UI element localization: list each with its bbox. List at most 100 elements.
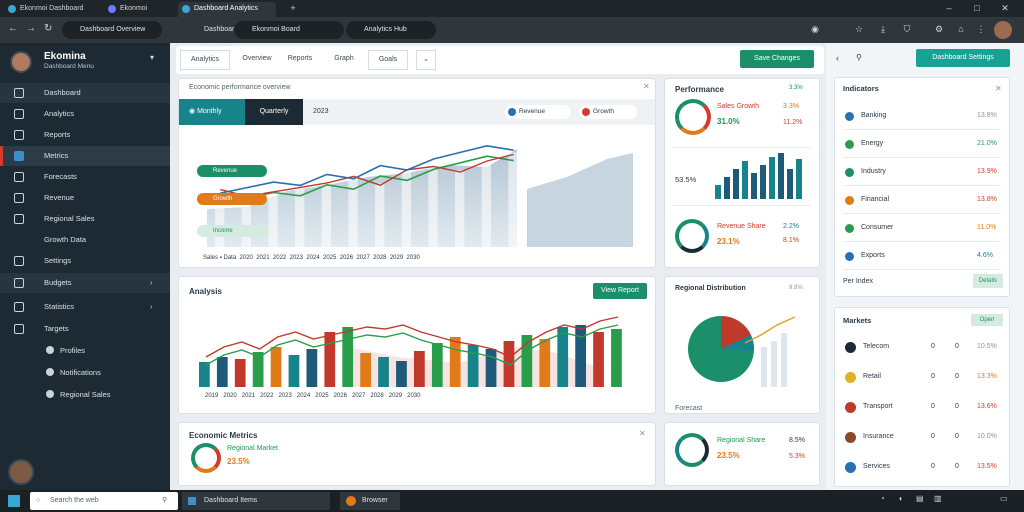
details-button[interactable]: Details xyxy=(973,274,1003,288)
network-icon[interactable]: ◔ xyxy=(880,494,885,503)
sidebar-item-growth-data[interactable]: Growth Data xyxy=(0,230,170,250)
market-row[interactable]: Telecom 0 0 10.5% xyxy=(835,334,1009,362)
regional-share-label: Regional Share xyxy=(717,437,766,444)
bookmark-item[interactable]: Analytics Hub xyxy=(346,21,436,39)
tab-reports[interactable]: Reports xyxy=(280,50,320,68)
profile-avatar[interactable] xyxy=(994,21,1012,39)
maximize-icon[interactable]: □ xyxy=(970,1,984,15)
close-icon[interactable]: ✕ xyxy=(995,84,1002,93)
tab-monthly[interactable]: ◉ Monthly xyxy=(179,99,245,125)
sidebar-item-regional-sales[interactable]: Regional Sales xyxy=(0,209,170,229)
settings-icon[interactable]: ⚙ xyxy=(932,22,946,36)
chevron-down-icon[interactable]: ▾ xyxy=(150,53,154,62)
market-icon xyxy=(845,402,856,413)
donut-gauge xyxy=(191,443,221,473)
legend-revenue[interactable]: Revenue xyxy=(505,105,571,119)
back-icon[interactable]: ← xyxy=(8,23,18,34)
taskbar-app[interactable]: Dashboard Items xyxy=(182,492,330,510)
tab-overview[interactable]: Overview xyxy=(236,50,278,68)
trend-line xyxy=(744,316,796,344)
close-icon[interactable]: ✕ xyxy=(643,82,650,91)
bar xyxy=(485,349,497,387)
dropdown-chevron-icon[interactable]: ⌄ xyxy=(416,50,436,70)
home-icon[interactable]: ⌂ xyxy=(954,22,968,36)
sidebar-item-budgets[interactable]: Budgets › xyxy=(0,273,170,293)
filter-icon[interactable]: ⚲ xyxy=(856,53,862,62)
extension-icon[interactable]: ◉ xyxy=(808,22,822,36)
market-row[interactable]: Transport 0 0 13.6% xyxy=(835,394,1009,422)
market-row[interactable]: Insurance 0 0 10.0% xyxy=(835,424,1009,452)
taskbar-app[interactable]: Browser xyxy=(340,492,400,510)
browser-tab[interactable]: Ekonmoi xyxy=(104,2,174,17)
regional-distribution-card: Regional Distribution 9.8% Forecast xyxy=(664,276,820,414)
collapse-icon[interactable]: ‹ xyxy=(836,53,839,63)
close-icon[interactable]: ✕ xyxy=(639,429,646,438)
bar xyxy=(769,157,775,199)
dashboard-settings-button[interactable]: Dashboard Settings xyxy=(916,49,1010,67)
sidebar-item-profiles[interactable]: Profiles xyxy=(0,341,170,361)
tab-quarterly[interactable]: Quarterly xyxy=(245,99,303,125)
user-avatar[interactable] xyxy=(10,51,32,73)
bar xyxy=(611,329,622,387)
forward-icon[interactable]: → xyxy=(26,23,36,34)
trend-bar xyxy=(771,341,777,387)
browser-tab[interactable]: Ekonmoi Dashboard xyxy=(4,2,102,17)
shield-icon[interactable]: ⛉ xyxy=(900,22,914,36)
legend-growth[interactable]: Growth xyxy=(579,105,637,119)
sidebar-item-forecasts[interactable]: Forecasts xyxy=(0,167,170,187)
trend-bar xyxy=(781,333,787,387)
browser-tab-active[interactable]: Dashboard Analytics xyxy=(178,2,276,17)
sidebar-item-reports[interactable]: Reports xyxy=(0,125,170,145)
address-bar[interactable]: Dashboard Overview xyxy=(62,21,162,39)
sales-growth-value: 31.0% xyxy=(717,117,740,126)
volume-icon[interactable]: ◖ xyxy=(898,494,903,503)
sidebar-item-dashboard[interactable]: Dashboard xyxy=(0,83,170,103)
taskbar-search[interactable]: ○ Search the web ⚲ xyxy=(30,492,178,510)
tab-year[interactable]: 2023 xyxy=(313,99,329,125)
market-row[interactable]: Services 0 0 13.5% xyxy=(835,454,1009,482)
sidebar-item-notifications[interactable]: Notifications xyxy=(0,363,170,383)
save-changes-button[interactable]: Save Changes xyxy=(740,50,814,68)
indicator-row[interactable]: Financial 13.8% xyxy=(835,188,1009,214)
bar xyxy=(360,353,371,387)
tab-analytics[interactable]: Analytics xyxy=(180,50,230,70)
tray-icon[interactable]: ▥ xyxy=(934,494,942,503)
indicator-icon xyxy=(845,196,854,205)
sidebar-item-targets[interactable]: Targets xyxy=(0,319,170,339)
indicator-row[interactable]: Banking 13.8% xyxy=(835,104,1009,130)
open-button[interactable]: Open xyxy=(971,314,1003,326)
indicator-row[interactable]: Industry 13.9% xyxy=(835,160,1009,186)
indicator-row[interactable]: Consumer 11.0% xyxy=(835,216,1009,242)
sidebar-item-revenue[interactable]: Revenue xyxy=(0,188,170,208)
tab-goals[interactable]: Goals xyxy=(368,50,408,70)
start-icon[interactable] xyxy=(8,495,20,507)
view-report-button[interactable]: View Report xyxy=(593,283,647,299)
bar xyxy=(414,351,425,387)
bar xyxy=(288,355,300,387)
indicator-row[interactable]: Exports 4.6% xyxy=(835,244,1009,270)
sales-growth-pct: 3.3% xyxy=(783,103,799,110)
sidebar-item-metrics[interactable]: Metrics xyxy=(0,146,170,166)
sidebar-item-analytics[interactable]: Analytics xyxy=(0,104,170,124)
chevron-right-icon: › xyxy=(150,302,153,311)
reload-icon[interactable]: ↻ xyxy=(44,23,52,34)
settings-icon xyxy=(14,256,24,266)
sidebar-item-statistics[interactable]: Statistics › xyxy=(0,297,170,317)
tab-graph[interactable]: Graph xyxy=(326,50,362,68)
bottom-avatar[interactable] xyxy=(8,459,34,485)
label-revenue: Revenue xyxy=(197,165,267,177)
notification-icon[interactable]: ▭ xyxy=(1000,494,1008,503)
minimize-icon[interactable]: – xyxy=(942,1,956,15)
new-tab-icon[interactable]: + xyxy=(286,1,300,15)
close-window-icon[interactable]: ✕ xyxy=(998,1,1012,15)
market-row[interactable]: Retail 0 0 13.3% xyxy=(835,364,1009,392)
sidebar-item-settings[interactable]: Settings xyxy=(0,251,170,271)
sidebar-item-extra[interactable]: Regional Sales xyxy=(0,385,170,405)
bookmark-item[interactable]: Dashboard Analytics xyxy=(186,21,238,51)
download-icon[interactable]: ⤓ xyxy=(876,22,890,36)
star-icon[interactable]: ☆ xyxy=(852,22,866,36)
menu-icon[interactable]: ⋮ xyxy=(974,22,988,36)
indicator-row[interactable]: Energy 21.0% xyxy=(835,132,1009,158)
bookmark-item[interactable]: Ekonmoi Board xyxy=(234,21,344,39)
tray-icon[interactable]: ▤ xyxy=(916,494,924,503)
